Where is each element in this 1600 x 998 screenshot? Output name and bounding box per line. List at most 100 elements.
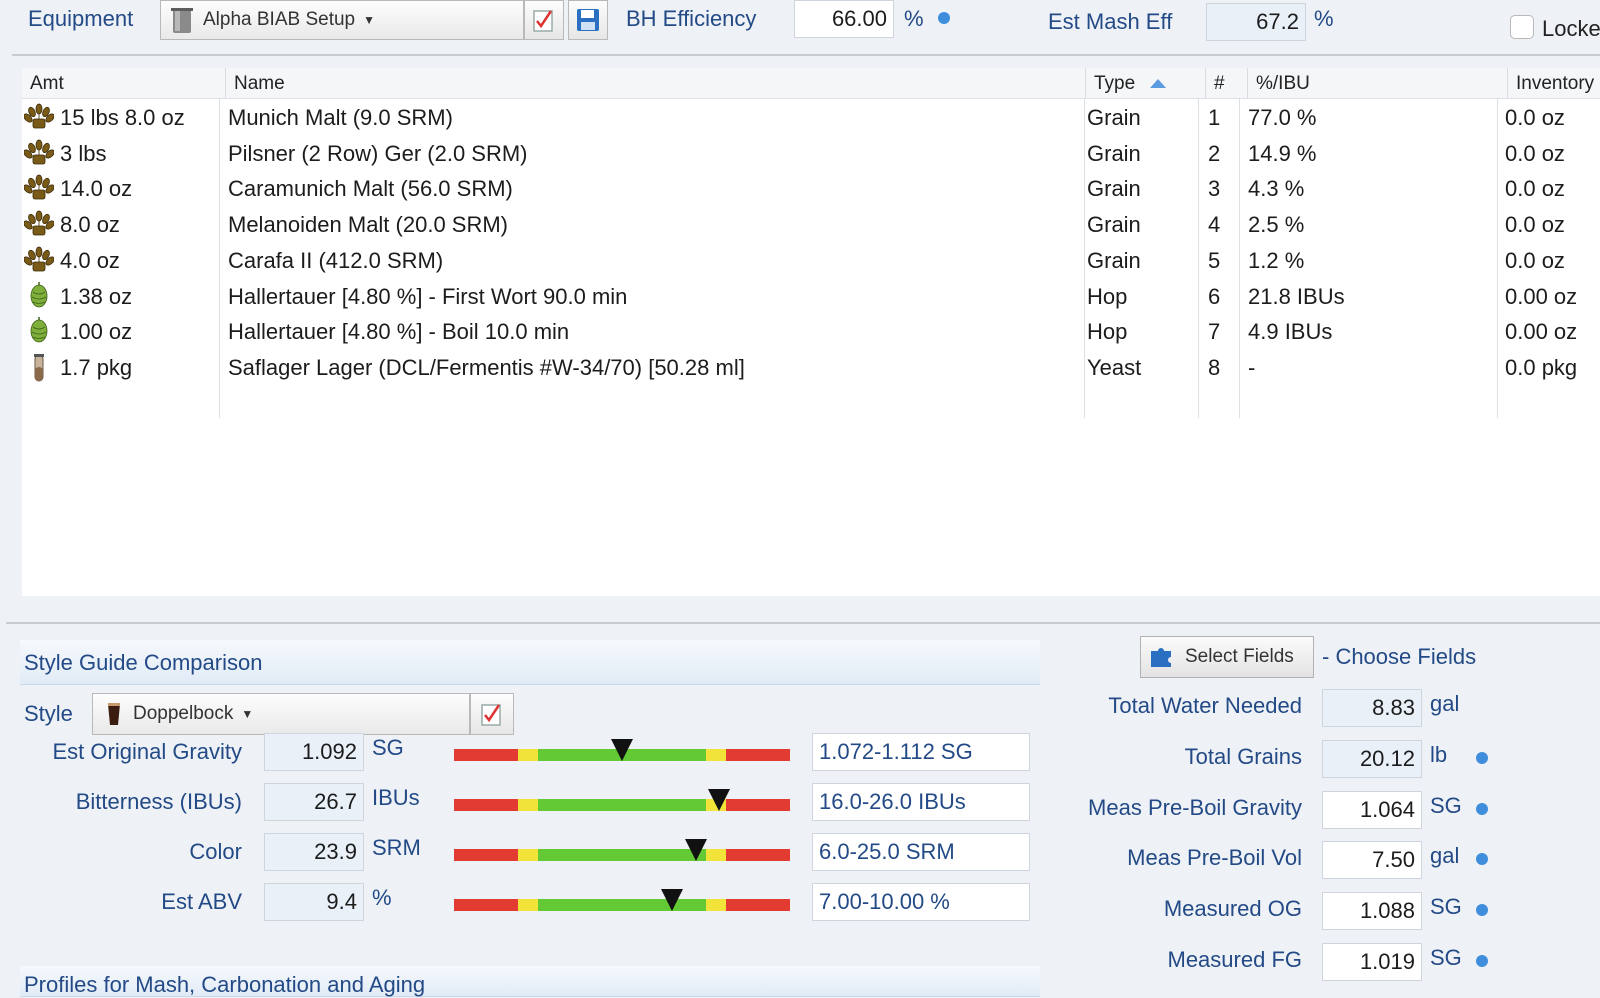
table-row[interactable]: 1.7 pkg Saflager Lager (DCL/Fermentis #W-… xyxy=(22,350,1600,386)
section-divider xyxy=(6,622,1600,624)
field-row-value[interactable]: 1.064 xyxy=(1322,790,1422,829)
column-header-inventory[interactable]: Inventory xyxy=(1507,68,1600,98)
hop-icon xyxy=(22,317,56,353)
table-row[interactable]: 15 lbs 8.0 oz Munich Malt (9.0 SRM) Grain 1… xyxy=(22,100,1600,136)
cell-num: 2 xyxy=(1208,140,1221,166)
info-dot-icon[interactable] xyxy=(938,12,950,24)
cell-pct: 77.0 % xyxy=(1248,105,1317,130)
cell-inv: 0.0 oz xyxy=(1505,140,1565,166)
info-dot-icon[interactable] xyxy=(1476,751,1488,764)
select-fields-button[interactable]: Select Fields xyxy=(1140,636,1314,678)
table-header: Amt Name Type # %/IBU Inventory xyxy=(22,68,1600,99)
cell-amt: 8.0 oz xyxy=(60,212,120,238)
field-row-unit: SG xyxy=(1430,945,1462,970)
locked-label: Locke xyxy=(1542,16,1600,41)
field-row-unit: SG xyxy=(1430,894,1462,920)
field-row-label: Meas Pre-Boil Gravity xyxy=(1088,794,1302,820)
range-bar-fill xyxy=(454,799,790,811)
save-equipment-button[interactable] xyxy=(568,0,608,40)
column-header-name[interactable]: Name xyxy=(225,68,1085,98)
field-row-value[interactable]: 1.019 xyxy=(1322,943,1422,981)
sort-up-icon xyxy=(1150,79,1167,88)
cell-amt: 15 lbs 8.0 oz xyxy=(60,105,185,130)
style-guide-title: Style Guide Comparison xyxy=(24,650,263,675)
table-row[interactable]: 1.00 oz Hallertauer [4.80 %] - Boil 10.0 … xyxy=(22,314,1600,350)
est-mash-eff-unit: % xyxy=(1314,6,1334,31)
chevron-down-icon: ▼ xyxy=(241,707,254,721)
style-row-label: Est Original Gravity xyxy=(52,739,243,764)
edit-style-button[interactable] xyxy=(470,693,514,735)
style-range-bar xyxy=(454,789,790,811)
style-row-label: Est ABV xyxy=(161,889,242,914)
cell-inv: 0.0 oz xyxy=(1505,212,1565,238)
cell-num: 6 xyxy=(1208,283,1221,309)
style-row-value: 23.9 xyxy=(264,833,364,871)
style-range-bar xyxy=(454,739,790,761)
cell-amt: 1.38 oz xyxy=(60,283,133,309)
column-header-pct-ibu[interactable]: %/IBU xyxy=(1247,68,1507,98)
field-row-value: 8.83 xyxy=(1322,689,1422,727)
table-row[interactable]: 4.0 oz Carafa II (412.0 SRM) Grain 5 1.2 % 0.… xyxy=(22,243,1600,279)
equipment-dropdown[interactable]: Alpha BIAB Setup ▼ xyxy=(160,0,524,40)
cell-num: 5 xyxy=(1208,247,1221,273)
info-dot-icon[interactable] xyxy=(1476,802,1488,815)
info-dot-icon[interactable] xyxy=(1476,853,1488,866)
edit-checklist-icon xyxy=(533,10,553,32)
column-header-amt[interactable]: Amt xyxy=(22,68,225,98)
cell-name: Carafa II (412.0 SRM) xyxy=(228,247,444,273)
cell-name: Caramunich Malt (56.0 SRM) xyxy=(228,176,513,202)
table-row[interactable]: 1.38 oz Hallertauer [4.80 %] - First Wort… xyxy=(22,279,1600,315)
cell-type: Grain xyxy=(1087,140,1141,166)
bh-efficiency-input[interactable]: 66.00 xyxy=(794,0,894,38)
cell-name: Melanoiden Malt (20.0 SRM) xyxy=(228,212,509,238)
info-dot-icon[interactable] xyxy=(1476,904,1488,917)
column-header-number[interactable]: # xyxy=(1205,68,1247,98)
field-row-unit: gal xyxy=(1430,691,1460,716)
cell-pct: 4.9 IBUs xyxy=(1248,319,1333,345)
table-row[interactable]: 8.0 oz Melanoiden Malt (20.0 SRM) Grain 4 2.… xyxy=(22,207,1600,243)
style-row-unit: SG xyxy=(372,735,404,760)
cell-name: Hallertauer [4.80 %] - First Wort 90.0 m… xyxy=(228,283,628,309)
cell-inv: 0.00 oz xyxy=(1505,319,1578,345)
field-row-unit: lb xyxy=(1430,741,1448,767)
info-dot-icon[interactable] xyxy=(1476,955,1488,967)
field-row-label: Total Grains xyxy=(1184,743,1302,769)
yeast-vial-icon xyxy=(22,353,56,389)
cell-num: 7 xyxy=(1208,319,1221,345)
field-row-unit: gal xyxy=(1430,843,1460,869)
style-range-bar xyxy=(454,889,790,911)
field-row-value[interactable]: 7.50 xyxy=(1322,841,1422,880)
edit-equipment-button[interactable] xyxy=(524,0,564,40)
range-bar-fill xyxy=(454,899,790,911)
cell-inv: 0.0 oz xyxy=(1505,247,1565,273)
style-row-value: 26.7 xyxy=(264,783,364,821)
bh-efficiency-label: BH Efficiency xyxy=(626,6,757,31)
table-row[interactable]: 14.0 oz Caramunich Malt (56.0 SRM) Grain 3 4… xyxy=(22,171,1600,207)
style-row-value: 1.092 xyxy=(264,733,364,771)
bh-efficiency-unit: % xyxy=(904,6,924,31)
style-dropdown[interactable]: Doppelbock ▼ xyxy=(92,693,470,735)
style-row-range: 16.0-26.0 IBUs xyxy=(812,783,1030,821)
profiles-header: Profiles for Mash, Carbonation and Aging xyxy=(20,966,1040,997)
style-row-unit: % xyxy=(372,885,392,910)
field-row-unit: SG xyxy=(1430,792,1462,818)
beer-glass-icon xyxy=(108,703,120,725)
cell-num: 8 xyxy=(1208,354,1221,380)
style-label: Style xyxy=(24,701,73,726)
field-row-value[interactable]: 1.088 xyxy=(1322,892,1422,931)
locked-checkbox[interactable] xyxy=(1510,15,1534,39)
toolbar-divider xyxy=(12,54,1600,56)
grain-icon xyxy=(22,139,56,175)
chevron-down-icon: ▼ xyxy=(363,13,375,27)
kettle-icon xyxy=(171,8,193,33)
value-marker-icon xyxy=(611,739,633,761)
column-header-type[interactable]: Type xyxy=(1085,68,1205,98)
hop-icon xyxy=(22,281,56,318)
value-marker-icon xyxy=(661,889,684,911)
cell-inv: 0.0 pkg xyxy=(1505,354,1578,380)
cell-pct: 21.8 IBUs xyxy=(1248,283,1345,309)
profiles-title: Profiles for Mash, Carbonation and Aging xyxy=(24,972,426,997)
table-row[interactable]: 3 lbs Pilsner (2 Row) Ger (2.0 SRM) Grain 2… xyxy=(22,136,1600,172)
style-row-unit: SRM xyxy=(372,835,421,860)
cell-pct: 1.2 % xyxy=(1248,247,1305,273)
